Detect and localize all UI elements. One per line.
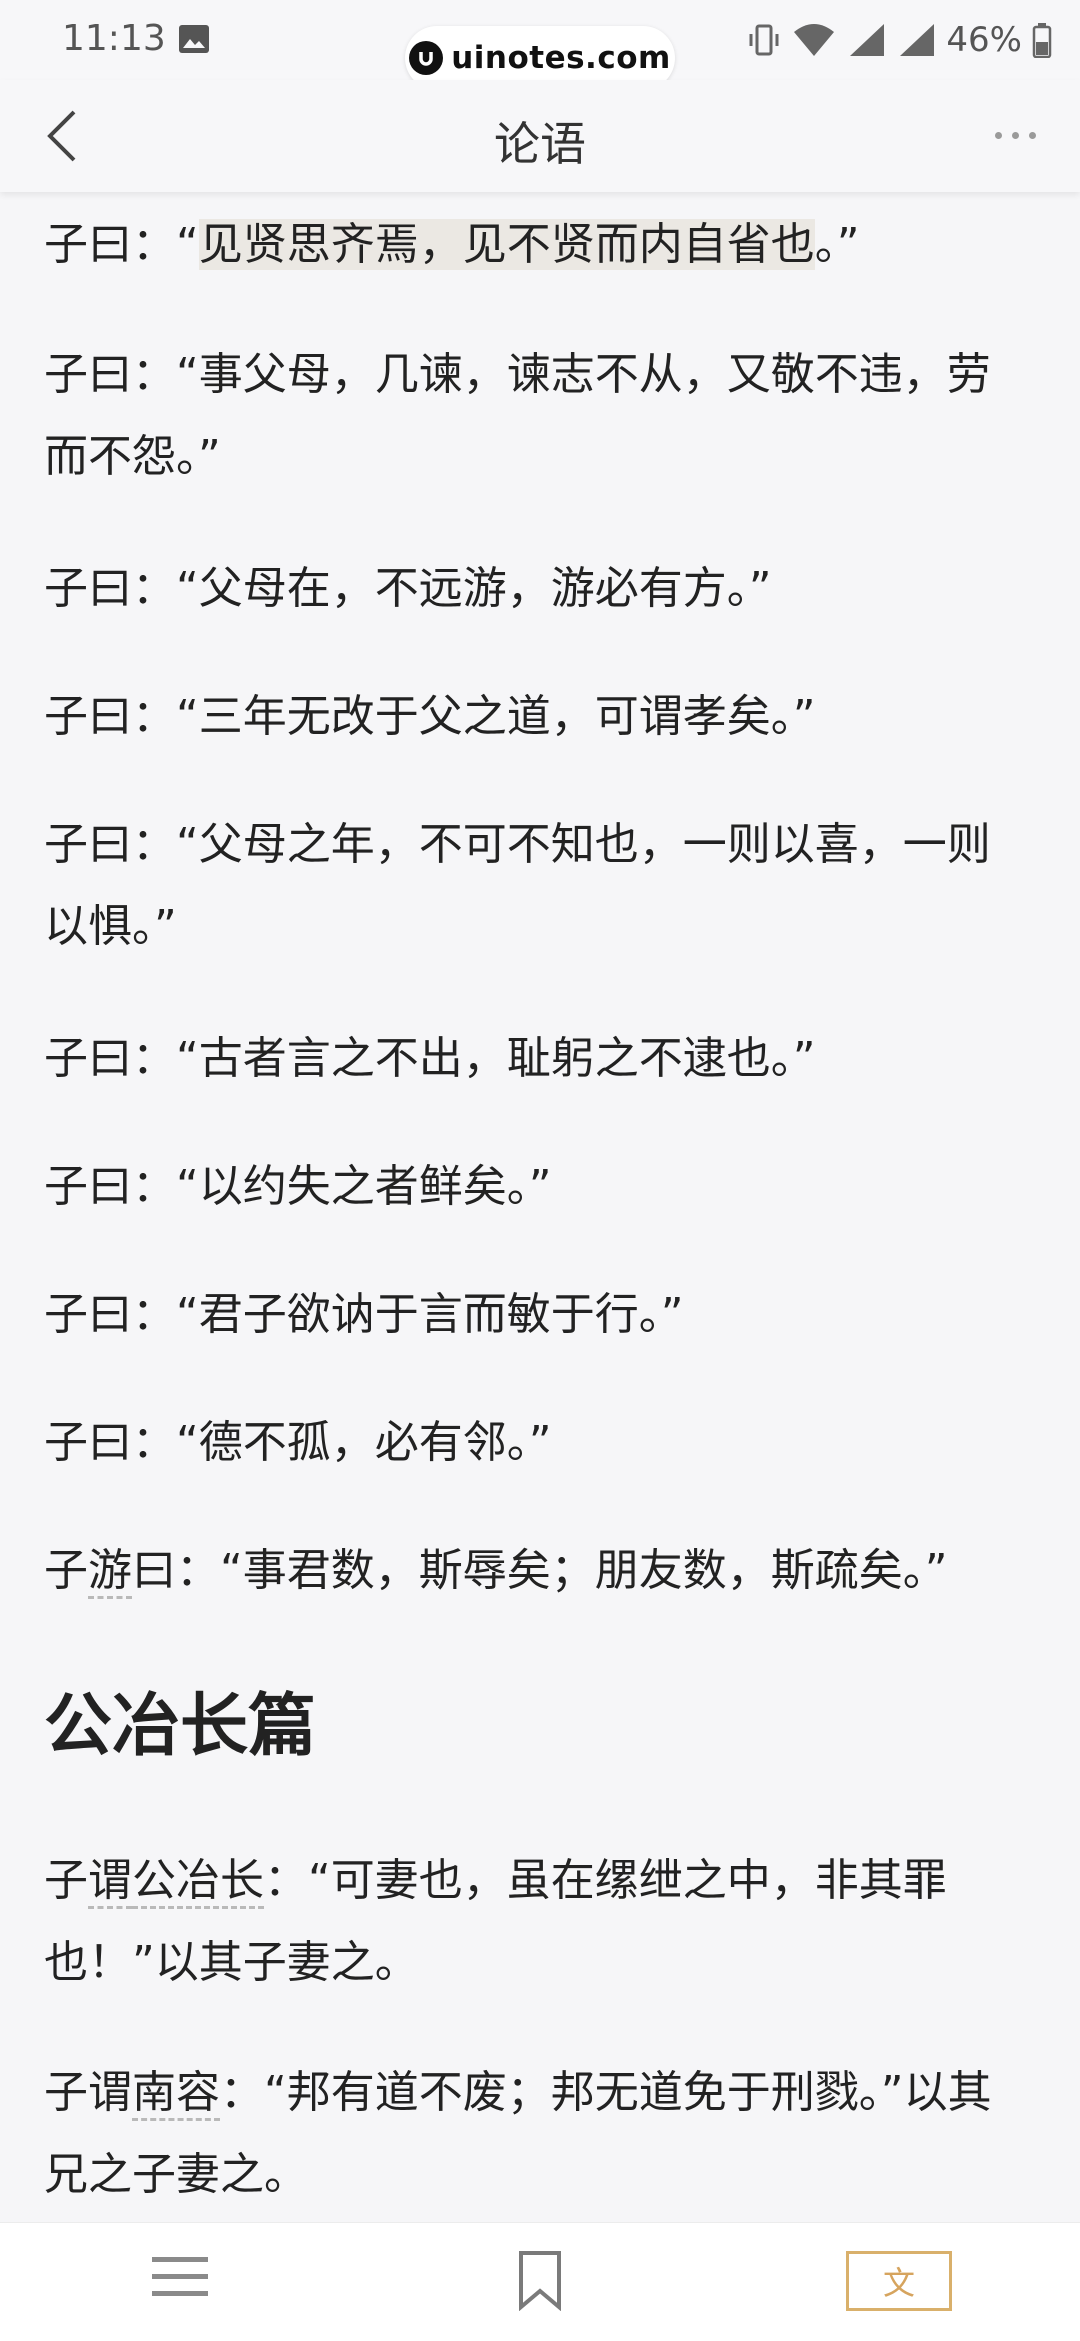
- gallery-icon: [179, 25, 209, 53]
- paragraph: 子游曰：“事君数，斯辱矣；朋友数，斯疏矣。”: [44, 1530, 1034, 1612]
- more-dot: [1028, 131, 1036, 139]
- bookmark-button[interactable]: [515, 2249, 565, 2311]
- paragraph-text: 子曰：“: [44, 219, 199, 270]
- paragraph: 子谓公冶长：“可妻也，虽在缧绁之中，非其罪也！”以其子妻之。: [44, 1840, 1034, 2004]
- paragraph-text: 子: [44, 1545, 88, 1596]
- paragraph: 子曰：“事父母，几谏，谏志不从，又敬不违，劳而不怨。”: [44, 349, 991, 482]
- paragraph: 子曰：“见贤思齐焉，见不贤而内自省也。”: [44, 204, 1034, 286]
- status-time: 11:13: [62, 18, 166, 59]
- language-toggle-button[interactable]: 文: [846, 2251, 952, 2311]
- paragraph: 子曰：“三年无改于父之道，可谓孝矣。”: [44, 691, 816, 742]
- paragraph: 子曰：“德不孤，必有邻。”: [44, 1417, 552, 1468]
- annotation-link[interactable]: 游: [88, 1545, 132, 1599]
- signal-icon: [850, 24, 885, 56]
- page-title: 论语: [494, 117, 586, 171]
- menu-icon-line: [152, 2291, 208, 2296]
- paragraph-text: 子: [44, 1855, 88, 1906]
- paragraph: 子曰：“父母之年，不可不知也，一则以喜，一则以惧。”: [44, 819, 991, 952]
- bottom-toolbar: 文: [0, 2222, 1080, 2341]
- more-dot: [1011, 131, 1019, 139]
- battery-icon: [1032, 23, 1052, 58]
- site-logo-icon: [409, 41, 444, 75]
- more-options-button[interactable]: [980, 110, 1050, 160]
- menu-icon-line: [152, 2274, 208, 2279]
- signal-icon-2: [900, 24, 935, 56]
- menu-icon: [152, 2257, 208, 2262]
- site-name: uinotes.com: [451, 40, 671, 76]
- more-dots-icon: [994, 131, 1002, 139]
- paragraph-text: 子谓: [44, 2067, 132, 2118]
- annotation-link[interactable]: 公冶长: [132, 1855, 264, 1909]
- menu-button[interactable]: [152, 2257, 208, 2307]
- wifi-icon: [794, 24, 835, 56]
- reading-content: 子曰：“见贤思齐焉，见不贤而内自省也。” 子曰：“事父母，几谏，谏志不从，又敬不…: [0, 192, 1080, 2222]
- paragraph-text: 。”: [814, 219, 860, 270]
- annotation-link[interactable]: 南容: [132, 2067, 220, 2121]
- paragraph: 子曰：“父母在，不远游，游必有方。”: [44, 563, 772, 614]
- app-header: 论语: [0, 80, 1080, 192]
- paragraph: 子曰：“以约失之者鲜矣。”: [44, 1161, 552, 1212]
- highlighted-text[interactable]: 见贤思齐焉，见不贤而内自省也: [198, 219, 815, 270]
- annotation-link[interactable]: 谓: [88, 1855, 132, 1909]
- status-bar: 11:13 uinotes.com 46%: [0, 0, 1080, 90]
- paragraph-text: 曰：“事君数，斯辱矣；朋友数，斯疏矣。”: [132, 1545, 948, 1596]
- system-icons: 46%: [746, 18, 1052, 62]
- battery-percent: 46%: [946, 20, 1022, 60]
- paragraph: 子曰：“古者言之不出，耻躬之不逮也。”: [44, 1033, 816, 1084]
- paragraph: 子曰：“君子欲讷于言而敏于行。”: [44, 1289, 684, 1340]
- vibrate-icon: [749, 24, 779, 56]
- paragraph: 子谓南容：“邦有道不废；邦无道免于刑戮。”以其兄之子妻之。: [44, 2052, 1034, 2216]
- section-heading: 公冶长篇: [44, 1687, 317, 1766]
